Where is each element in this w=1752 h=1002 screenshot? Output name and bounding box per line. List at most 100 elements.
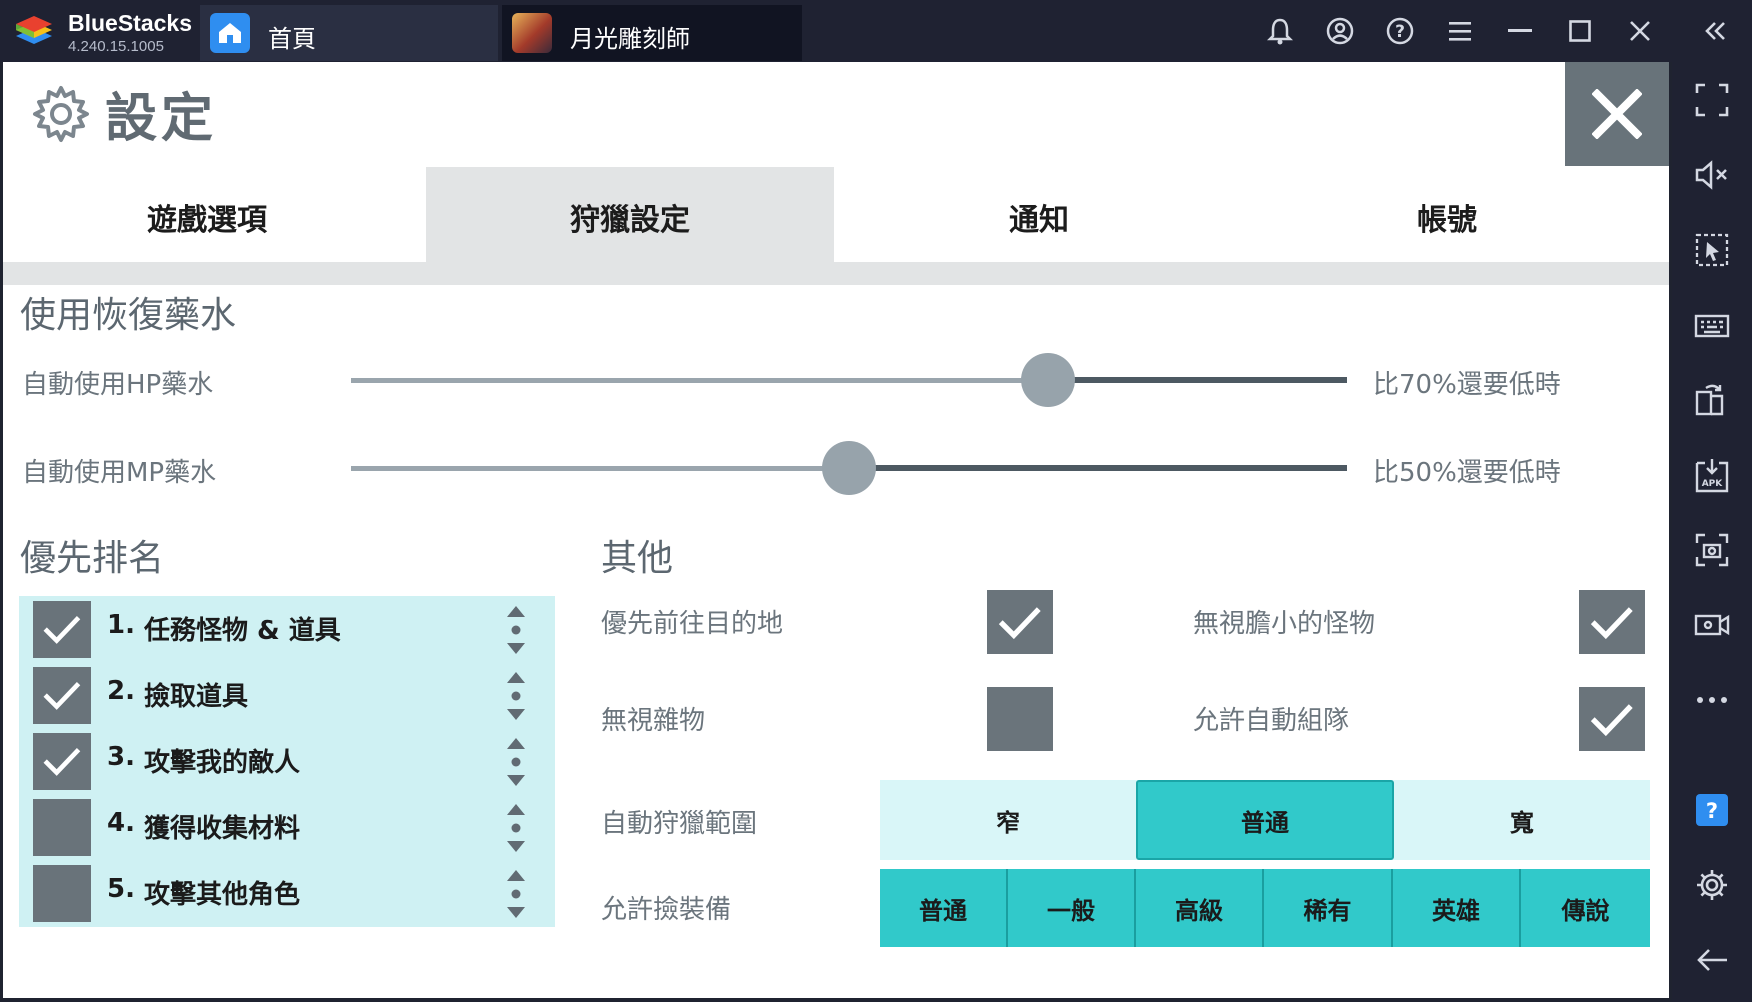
equip-grade-selector: 普通 一般 高級 稀有 英雄 傳說 (880, 869, 1650, 947)
mp-potion-threshold: 比50%還要低時 (1373, 458, 1561, 488)
tab-home-label: 首頁 (268, 25, 316, 53)
prefer-destination-checkbox[interactable] (987, 590, 1053, 654)
other-section-title: 其他 (601, 538, 674, 579)
volume-mute-icon[interactable] (1692, 155, 1732, 195)
reorder-handle-icon[interactable] (503, 604, 529, 656)
checkmark-icon (43, 616, 81, 645)
reorder-handle-icon[interactable] (503, 736, 529, 788)
hp-potion-slider[interactable] (351, 350, 1347, 410)
equip-legend-option[interactable]: 傳說 (1521, 869, 1650, 947)
title-bar: BlueStacks 4.240.15.1005 首頁 月光雕刻師 ? (0, 0, 1752, 62)
checkmark-icon (1591, 704, 1633, 736)
slider-track-filled (351, 466, 849, 471)
svg-text:?: ? (1395, 22, 1405, 42)
app-version: 4.240.15.1005 (68, 38, 164, 55)
settings-tabs: 遊戲選項 狩獵設定 通知 帳號 (3, 167, 1669, 267)
checkmark-icon (1591, 607, 1633, 639)
prefer-destination-label: 優先前往目的地 (601, 609, 784, 639)
close-icon[interactable] (1621, 12, 1659, 50)
range-wide-option[interactable]: 寬 (1394, 780, 1650, 860)
menu-icon[interactable] (1441, 12, 1479, 50)
help-icon[interactable]: ? (1381, 12, 1419, 50)
tab-divider (3, 262, 1669, 285)
page-title: 設定 (105, 89, 218, 149)
priority-number: 5. (107, 874, 135, 904)
hp-potion-label: 自動使用HP藥水 (22, 370, 214, 400)
collapse-sidebar-icon[interactable] (1697, 12, 1735, 50)
range-normal-option[interactable]: 普通 (1136, 780, 1394, 860)
close-icon (1592, 89, 1642, 139)
screenshot-icon[interactable] (1692, 530, 1732, 570)
list-item: 5. 攻擊其他角色 (19, 860, 555, 927)
game-settings-panel: 設定 遊戲選項 狩獵設定 通知 帳號 使用恢復藥水 自動使用HP藥水 比70%還… (3, 62, 1669, 998)
priority-checkbox[interactable] (33, 865, 91, 922)
bell-icon[interactable] (1261, 12, 1299, 50)
ignore-timid-monsters-label: 無視膽小的怪物 (1193, 609, 1376, 639)
priority-number: 1. (107, 610, 135, 640)
priority-label: 任務怪物 & 道具 (144, 616, 341, 646)
list-item: 4. 獲得收集材料 (19, 794, 555, 861)
list-item: 1. 任務怪物 & 道具 (19, 596, 555, 663)
reorder-handle-icon[interactable] (503, 868, 529, 920)
maximize-icon[interactable] (1561, 12, 1599, 50)
priority-section-title: 優先排名 (20, 538, 165, 579)
auto-hunt-range-selector: 窄 普通 寬 (880, 780, 1650, 860)
tab-home[interactable]: 首頁 (200, 5, 498, 61)
gear-icon (33, 86, 89, 142)
hp-potion-threshold: 比70%還要低時 (1373, 370, 1561, 400)
priority-number: 4. (107, 808, 135, 838)
priority-checkbox[interactable] (33, 799, 91, 856)
priority-checkbox[interactable] (33, 733, 91, 790)
auto-hunt-range-label: 自動狩獵範圍 (601, 809, 758, 839)
ignore-junk-label: 無視雜物 (601, 706, 706, 736)
priority-number: 3. (107, 742, 135, 772)
auto-party-checkbox[interactable] (1579, 687, 1645, 751)
keyboard-icon[interactable] (1692, 305, 1732, 345)
rotate-icon[interactable] (1692, 380, 1732, 420)
help-icon[interactable]: ? (1692, 790, 1732, 830)
install-apk-icon[interactable]: APK (1692, 455, 1732, 495)
list-item: 2. 撿取道具 (19, 662, 555, 729)
slider-track-remaining (849, 465, 1347, 471)
record-icon[interactable] (1692, 605, 1732, 645)
tab-account[interactable]: 帳號 (1243, 167, 1651, 267)
ignore-timid-monsters-checkbox[interactable] (1579, 590, 1645, 654)
slider-track-remaining (1048, 377, 1347, 383)
fullscreen-icon[interactable] (1692, 80, 1732, 120)
reorder-handle-icon[interactable] (503, 802, 529, 854)
tab-game-options[interactable]: 遊戲選項 (3, 167, 411, 267)
bluestacks-logo-icon (16, 16, 52, 44)
more-icon[interactable] (1692, 680, 1732, 720)
reorder-handle-icon[interactable] (503, 670, 529, 722)
list-item: 3. 攻擊我的敵人 (19, 728, 555, 795)
potion-section-title: 使用恢復藥水 (20, 295, 237, 336)
tab-game[interactable]: 月光雕刻師 (502, 5, 802, 61)
equip-normal-option[interactable]: 一般 (1008, 869, 1136, 947)
back-icon[interactable] (1692, 940, 1732, 980)
ignore-junk-checkbox[interactable] (987, 687, 1053, 751)
svg-text:?: ? (1706, 799, 1718, 823)
tab-hunting-settings[interactable]: 狩獵設定 (426, 167, 834, 267)
equip-rare-option[interactable]: 稀有 (1264, 869, 1393, 947)
range-narrow-option[interactable]: 窄 (880, 780, 1136, 860)
equip-advanced-option[interactable]: 高級 (1136, 869, 1264, 947)
bluestacks-brand: BlueStacks 4.240.15.1005 (12, 8, 202, 56)
slider-knob[interactable] (1021, 353, 1076, 407)
settings-icon[interactable] (1692, 865, 1732, 905)
mp-potion-slider[interactable] (351, 438, 1347, 498)
priority-label: 獲得收集材料 (144, 814, 301, 844)
checkmark-icon (999, 607, 1041, 639)
account-icon[interactable] (1321, 12, 1359, 50)
minimize-icon[interactable] (1501, 12, 1539, 50)
slider-knob[interactable] (822, 441, 876, 495)
close-settings-button[interactable] (1565, 62, 1669, 166)
priority-label: 撿取道具 (144, 682, 249, 712)
equip-common-option[interactable]: 普通 (880, 869, 1008, 947)
pointer-select-icon[interactable] (1692, 230, 1732, 270)
slider-track-filled (351, 378, 1049, 383)
priority-checkbox[interactable] (33, 601, 91, 658)
tab-notifications[interactable]: 通知 (835, 167, 1243, 267)
priority-checkbox[interactable] (33, 667, 91, 724)
tab-game-label: 月光雕刻師 (570, 25, 690, 53)
equip-hero-option[interactable]: 英雄 (1393, 869, 1521, 947)
